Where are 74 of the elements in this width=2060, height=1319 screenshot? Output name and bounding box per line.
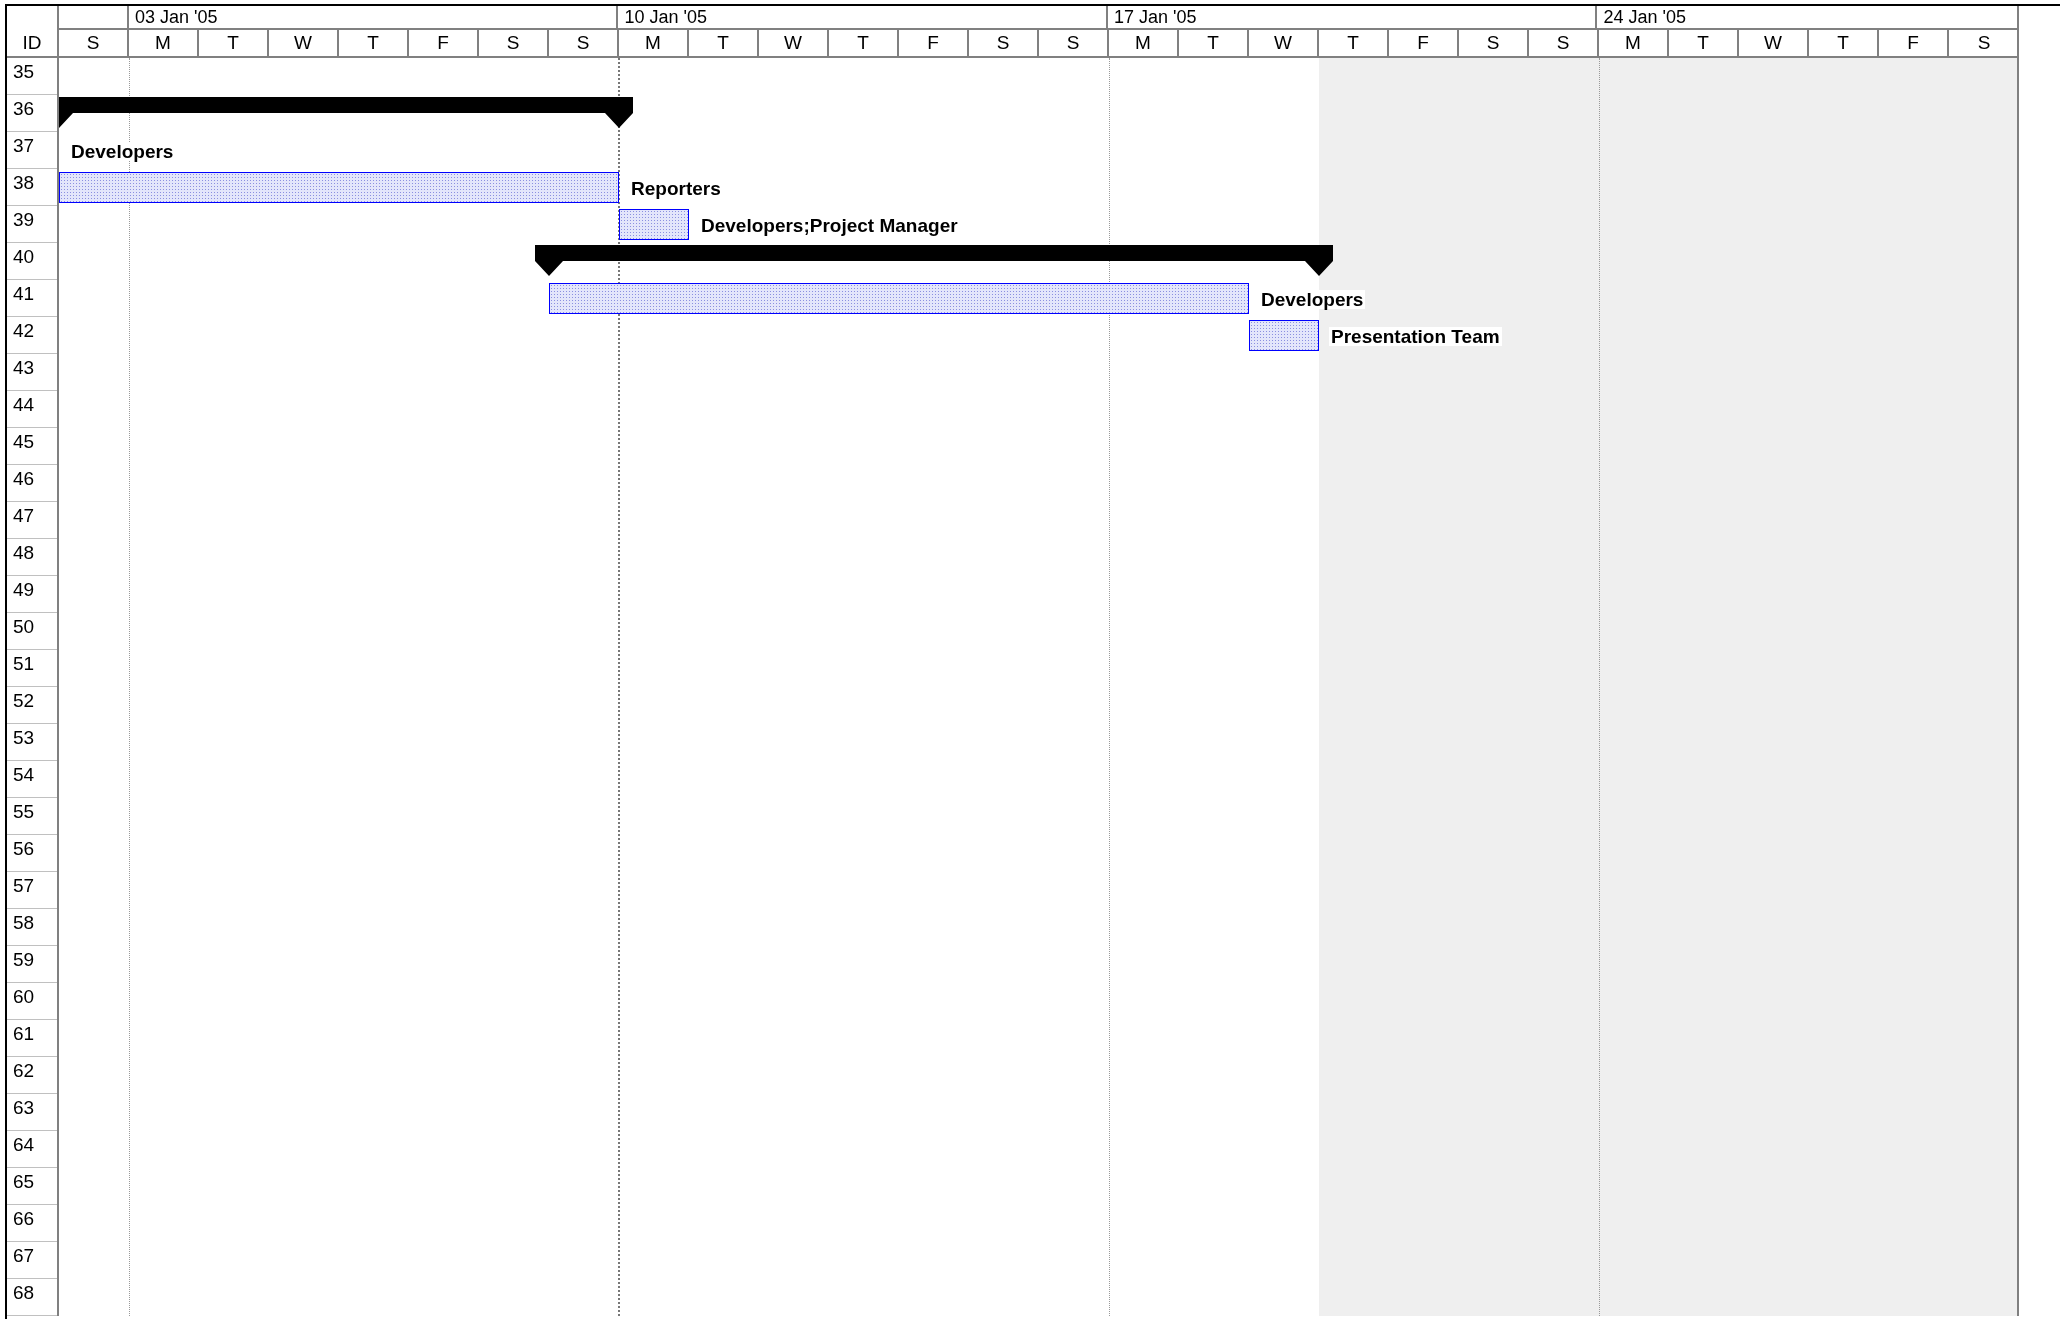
row-id: 36 [7,95,57,132]
id-header: ID [7,6,59,58]
day-header: W [1739,30,1809,56]
day-header: T [199,30,269,56]
day-header: T [829,30,899,56]
day-header: T [1179,30,1249,56]
row-id: 37 [7,132,57,169]
row-id: 63 [7,1094,57,1131]
resource-label: Reporters [629,179,723,198]
row-id: 35 [7,58,57,95]
resource-label: Developers;Project Manager [699,216,960,235]
row-id: 51 [7,650,57,687]
day-header: S [1976,31,1992,55]
row-id: 58 [7,909,57,946]
day-header: S [1459,30,1529,56]
row-id: 55 [7,798,57,835]
row-id: 39 [7,206,57,243]
row-id: 43 [7,354,57,391]
day-header: W [759,30,829,56]
row-id: 46 [7,465,57,502]
row-id: 65 [7,1168,57,1205]
day-header: T [689,30,759,56]
day-header: S [59,30,129,56]
resource-label: Developers [1259,290,1366,309]
day-header: F [409,30,479,56]
row-id: 53 [7,724,57,761]
week-header: 03 Jan '05 [128,6,619,28]
row-id: 54 [7,761,57,798]
row-id: 47 [7,502,57,539]
day-header: M [1599,30,1669,56]
row-id: 61 [7,1020,57,1057]
day-header: T [1809,30,1879,56]
day-header: T [339,30,409,56]
day-header: S [479,30,549,56]
day-header: S [549,30,619,56]
task-bar [1249,320,1319,351]
day-header: W [1249,30,1319,56]
row-id: 57 [7,872,57,909]
row-id: 44 [7,391,57,428]
day-header: M [1109,30,1179,56]
day-header: T [1669,30,1739,56]
row-id: 64 [7,1131,57,1168]
row-id: 59 [7,946,57,983]
week-header: 24 Jan '05 [1602,6,1687,28]
row-id: 38 [7,169,57,206]
day-header: F [1389,30,1459,56]
week-header: 10 Jan '05 [618,6,1108,28]
row-id: 50 [7,613,57,650]
day-header: T [1319,30,1389,56]
week-header: 17 Jan '05 [1107,6,1598,28]
row-id: 67 [7,1242,57,1279]
day-header: F [1879,30,1949,56]
row-id: 40 [7,243,57,280]
task-bar [619,209,689,240]
row-id: 42 [7,317,57,354]
day-header: M [129,30,199,56]
resource-label: Presentation Team [1329,327,1502,346]
day-header: M [619,30,689,56]
row-id: 52 [7,687,57,724]
row-id: 41 [7,280,57,317]
day-header: S [1039,30,1109,56]
resource-label: Developers [69,142,176,161]
row-id: 56 [7,835,57,872]
row-id: 66 [7,1205,57,1242]
day-header: S [969,30,1039,56]
day-header: S [1529,30,1599,56]
row-id: 68 [7,1279,57,1316]
day-header: F [899,30,969,56]
row-id: 45 [7,428,57,465]
row-id: 49 [7,576,57,613]
row-id: 48 [7,539,57,576]
row-id: 60 [7,983,57,1020]
row-id: 62 [7,1057,57,1094]
day-header: W [269,30,339,56]
